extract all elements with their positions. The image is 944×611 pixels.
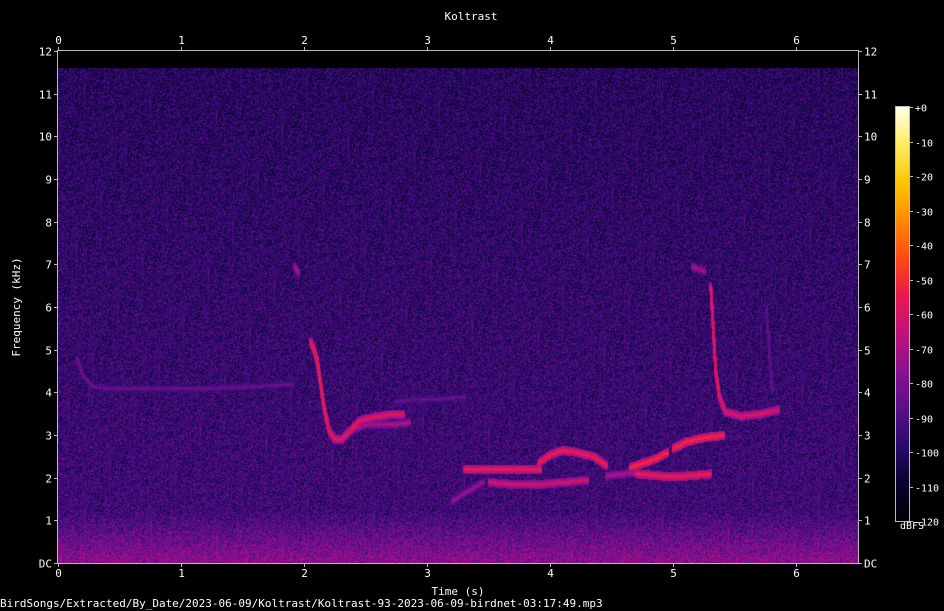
colorbar-tick-label: -30	[915, 208, 933, 219]
x-tick-label-top: 1	[178, 34, 185, 47]
colorbar-tick-label: +0	[915, 104, 927, 115]
y-tick-label-left: 5	[45, 345, 52, 358]
y-tick-label-left: 11	[39, 89, 52, 102]
y-tick-label-left: 7	[45, 259, 52, 272]
file-path: BirdSongs/Extracted/By_Date/2023-06-09/K…	[0, 597, 603, 610]
x-tick-label-bottom: 4	[547, 567, 554, 580]
y-tick-label-left: 9	[45, 174, 52, 187]
y-tick-label-right: 8	[864, 217, 871, 230]
y-tick-label-left: 2	[45, 473, 52, 486]
colorbar-tick-label: -10	[915, 139, 933, 150]
y-tick-label-right: 10	[864, 131, 877, 144]
y-tick-label-right: 4	[864, 387, 871, 400]
y-tick-label-right: 6	[864, 302, 871, 315]
colorbar-frame	[895, 106, 910, 522]
x-tick-label-top: 3	[424, 34, 431, 47]
x-tick-label-top: 4	[547, 34, 554, 47]
x-tick-label-top: 2	[301, 34, 308, 47]
colorbar-tick-label: -40	[915, 242, 933, 253]
x-tick-label-bottom: 3	[424, 567, 431, 580]
y-tick-label-right: 7	[864, 259, 871, 272]
colorbar-tick-label: -70	[915, 346, 933, 357]
y-tick-label-right: 3	[864, 430, 871, 443]
x-tick-label-top: 5	[670, 34, 677, 47]
y-tick-label-right: 2	[864, 473, 871, 486]
x-tick-label-top: 0	[55, 34, 62, 47]
colorbar-tick-label: -20	[915, 173, 933, 184]
colorbar-tick-label: -90	[915, 415, 933, 426]
colorbar-tick-label: -100	[915, 449, 939, 460]
y-tick-label-left: 4	[45, 387, 52, 400]
x-tick-label-bottom: 1	[178, 567, 185, 580]
y-tick-label-right: 9	[864, 174, 871, 187]
colorbar-tick-label: -50	[915, 277, 933, 288]
y-tick-label-left: 1	[45, 515, 52, 528]
y-tick-label-left: 12	[39, 46, 52, 59]
y-tick-label-left: 10	[39, 131, 52, 144]
x-tick-label-bottom: 2	[301, 567, 308, 580]
y-tick-label-left: DC	[39, 558, 52, 571]
chart-title: Koltrast	[445, 10, 498, 23]
y-tick-label-left: 3	[45, 430, 52, 443]
y-tick-label-left: 8	[45, 217, 52, 230]
y-tick-label-right: 1	[864, 515, 871, 528]
colorbar-tick-label: -60	[915, 311, 933, 322]
x-tick-label-bottom: 5	[670, 567, 677, 580]
y-tick-label-right: 5	[864, 345, 871, 358]
x-tick-label-bottom: 0	[55, 567, 62, 580]
y-tick-label-left: 6	[45, 302, 52, 315]
spectrogram-chart: 00112233445566DC DC1 12 23 34 45 56 67 78 89 910 10…	[0, 10, 939, 610]
x-tick-label-bottom: 6	[793, 567, 800, 580]
y-tick-label-right: 11	[864, 89, 877, 102]
colorbar-tick-label: -80	[915, 380, 933, 391]
y-axis-label: Frequency (kHz)	[10, 257, 23, 356]
x-tick-label-top: 6	[793, 34, 800, 47]
plot-frame	[57, 50, 859, 564]
y-tick-label-right: 12	[864, 46, 877, 59]
colorbar-tick-label: -110	[915, 484, 939, 495]
colorbar-label: dBFS	[900, 521, 924, 532]
y-tick-label-right: DC	[864, 558, 877, 571]
